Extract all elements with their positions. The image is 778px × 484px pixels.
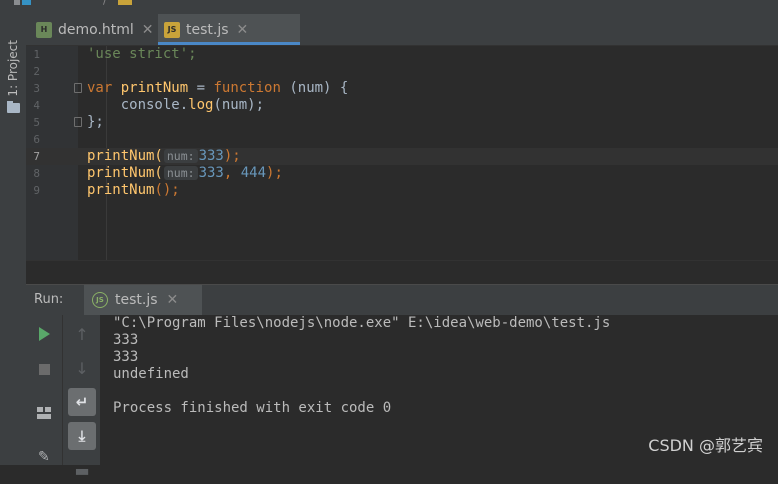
punctuation: , (223, 165, 241, 181)
project-tool-window-button[interactable]: 1: Project (0, 32, 26, 142)
run-label: Run: (34, 292, 64, 307)
method-name: log (188, 97, 214, 113)
title-strip: / (0, 0, 778, 14)
closing-brace: }; (87, 114, 104, 130)
print-button[interactable]: ▬ (68, 456, 96, 484)
function-call: printNum( (87, 148, 163, 164)
line-number: 8 (33, 167, 40, 180)
tab-demo-html[interactable]: H demo.html ✕ (30, 14, 156, 45)
code-line[interactable]: 3 var printNum = function (num) { (26, 80, 778, 97)
line-number: 2 (33, 65, 40, 78)
run-panel-header: Run: JS test.js ✕ (26, 284, 778, 315)
soft-wrap-icon: ↵ (75, 393, 89, 411)
code-line[interactable]: 5 }; (26, 114, 778, 131)
close-icon[interactable]: ✕ (142, 22, 154, 38)
fold-icon[interactable] (74, 117, 82, 127)
code-line[interactable]: 2 (26, 63, 778, 80)
scroll-to-end-icon: ⤓ (78, 427, 86, 445)
html-file-icon: H (36, 21, 52, 38)
run-toolbar: ✎ (26, 315, 62, 465)
up-arrow-icon: ↑ (75, 324, 89, 344)
punctuation: ); (223, 148, 241, 164)
stop-icon (38, 363, 50, 375)
close-icon[interactable]: ✕ (167, 292, 179, 308)
js-file-icon: JS (164, 21, 180, 38)
line-number: 5 (33, 116, 40, 129)
tab-test-js[interactable]: JS test.js ✕ (158, 14, 300, 45)
console-line: Process finished with exit code 0 (113, 400, 392, 416)
soft-wrap-button[interactable]: ↵ (68, 388, 96, 416)
close-icon[interactable]: ✕ (237, 22, 249, 38)
watermark: CSDN @郭艺宾 (648, 436, 763, 455)
console-line: undefined (113, 366, 189, 382)
line-number: 6 (33, 133, 40, 146)
punctuation: ); (266, 165, 283, 181)
rerun-button[interactable] (30, 320, 58, 348)
function-call: printNum (87, 182, 155, 198)
line-number: 3 (33, 82, 40, 95)
console-toolbar: ↑ ↓ ↵ ⤓ ▬ (62, 315, 101, 480)
scroll-up-button[interactable]: ↑ (68, 320, 96, 348)
object: console. (120, 97, 189, 113)
print-icon: ▬ (74, 460, 90, 480)
stop-button[interactable] (30, 355, 58, 383)
keyword: var (87, 80, 113, 96)
run-tab-label: test.js (115, 292, 158, 308)
fold-icon[interactable] (74, 83, 82, 93)
params: (num) { (280, 80, 349, 96)
layout-button[interactable] (30, 399, 58, 427)
console-line: 333 (113, 349, 139, 365)
code-line[interactable]: 6 (26, 131, 778, 148)
tab-label: demo.html (58, 21, 134, 38)
toolbar-icon[interactable] (14, 0, 20, 5)
left-tool-stripe: 1: Project (0, 14, 27, 465)
console-line: "C:\Program Files\nodejs\node.exe" E:\id… (113, 315, 611, 331)
down-arrow-icon: ↓ (75, 358, 89, 378)
layout-icon (37, 407, 51, 419)
parameter-hint: num: (163, 166, 198, 180)
nodejs-icon: JS (92, 292, 108, 308)
number-literal: 444 (240, 165, 267, 181)
scroll-down-button[interactable]: ↓ (68, 354, 96, 382)
js-file-icon (118, 0, 132, 5)
code-editor[interactable]: 1 'use strict'; 2 3 var printNum = funct… (26, 46, 778, 260)
code-line[interactable]: 8 printNum(num: 333, 444); (26, 165, 778, 182)
pin-button[interactable]: ✎ (30, 443, 58, 471)
number-literal: 333 (198, 148, 224, 164)
line-number: 7 (33, 150, 40, 163)
play-icon (38, 327, 50, 341)
project-tool-label: 1: Project (6, 40, 20, 97)
code-line-current[interactable]: 7 printNum(num: 333); (26, 148, 778, 165)
operator: = (188, 80, 214, 96)
code-line[interactable]: 4 console.log(num); (26, 97, 778, 114)
line-number: 1 (33, 48, 40, 61)
folder-icon (6, 100, 20, 113)
toolbar-icon-blue[interactable] (22, 0, 31, 5)
scroll-to-end-button[interactable]: ⤓ (68, 422, 96, 450)
keyword: function (213, 80, 281, 96)
code-line[interactable]: 9 printNum(); (26, 182, 778, 199)
tab-label: test.js (186, 21, 229, 38)
editor-tabs: H demo.html ✕ JS test.js ✕ (26, 14, 778, 46)
string-literal: 'use strict'; (87, 46, 197, 62)
arguments: (num); (213, 97, 265, 113)
punctuation: (); (154, 182, 180, 198)
run-tab-test-js[interactable]: JS test.js ✕ (84, 285, 202, 315)
number-literal: 333 (198, 165, 224, 181)
console-line: 333 (113, 332, 139, 348)
breadcrumb-separator: / (103, 0, 107, 7)
pin-icon: ✎ (38, 449, 50, 465)
line-number: 9 (33, 184, 40, 197)
editor-bottom-area (26, 260, 778, 285)
function-name: printNum (120, 80, 189, 96)
line-number: 4 (33, 99, 40, 112)
parameter-hint: num: (163, 149, 198, 163)
function-call: printNum( (87, 165, 163, 181)
code-line[interactable]: 1 'use strict'; (26, 46, 778, 63)
